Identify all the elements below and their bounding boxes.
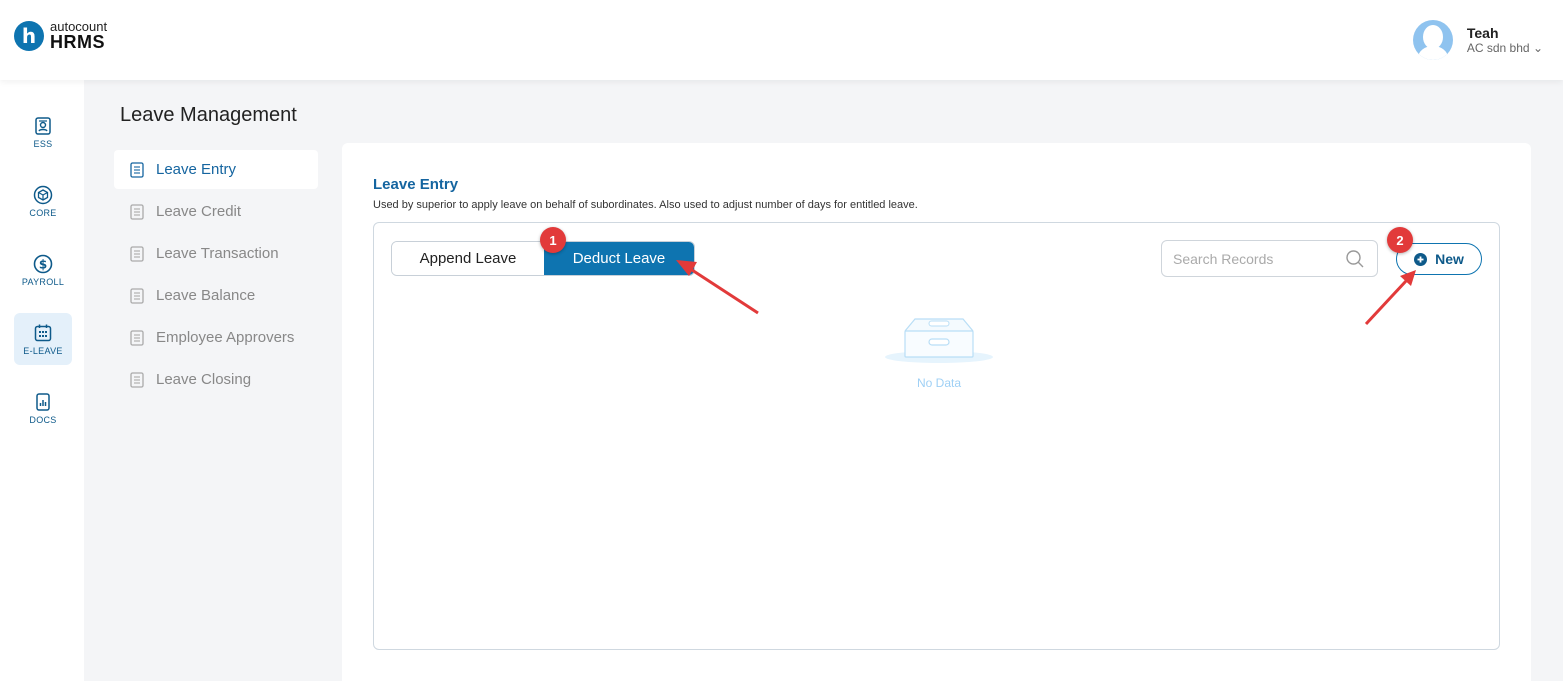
calendar-icon	[34, 324, 52, 341]
top-bar: h autocount HRMS Teah AC sdn bhd ⌄	[0, 0, 1563, 80]
dollar-coin-icon: $	[33, 254, 53, 273]
subnav-label: Leave Transaction	[156, 245, 279, 262]
page-title: Leave Management	[120, 104, 297, 126]
rail-item-core[interactable]: CORE	[14, 175, 72, 227]
document-icon	[130, 203, 144, 220]
rail-label-docs: DOCS	[29, 414, 57, 425]
search-icon[interactable]	[1345, 249, 1365, 269]
document-icon	[130, 161, 144, 178]
user-menu[interactable]: Teah AC sdn bhd ⌄	[1412, 20, 1543, 60]
rail-label-e-leave: E-LEAVE	[23, 345, 63, 356]
subnav-item-leave-transaction[interactable]: Leave Transaction	[114, 234, 318, 273]
rail-label-ess: ESS	[33, 138, 53, 149]
search-placeholder: Search Records	[1173, 250, 1274, 267]
append-leave-button[interactable]: Append Leave	[392, 242, 544, 275]
empty-state: No Data	[879, 309, 999, 390]
subnav-label: Leave Closing	[156, 371, 252, 388]
deduct-leave-button[interactable]: Deduct Leave	[544, 242, 694, 275]
section-title: Leave Entry	[373, 176, 459, 193]
section-description: Used by superior to apply leave on behal…	[373, 199, 918, 211]
id-card-icon	[35, 116, 51, 135]
avatar	[1412, 20, 1453, 60]
rail-item-e-leave[interactable]: E-LEAVE	[14, 313, 72, 365]
subnav-label: Leave Entry	[156, 161, 237, 178]
plus-circle-icon	[1414, 252, 1428, 266]
subnav-item-leave-credit[interactable]: Leave Credit	[114, 192, 318, 231]
logo-mark-icon: h	[14, 20, 44, 51]
leave-subnav: Leave Entry Leave Credit Leave Transacti…	[114, 150, 318, 402]
user-company: AC sdn bhd ⌄	[1466, 41, 1543, 55]
document-icon	[130, 287, 144, 304]
rail-label-core: CORE	[29, 207, 57, 218]
leave-entry-card: Leave Entry Used by superior to apply le…	[342, 143, 1531, 681]
module-rail: ESS CORE $ PAYROLL E-LEAVE DOCS	[0, 80, 84, 681]
rail-item-payroll[interactable]: $ PAYROLL	[14, 244, 72, 296]
empty-box-icon	[885, 318, 993, 363]
annotation-badge-2: 2	[1387, 227, 1413, 253]
subnav-label: Leave Credit	[156, 203, 242, 220]
subnav-label: Employee Approvers	[156, 329, 295, 346]
subnav-item-leave-entry[interactable]: Leave Entry	[114, 150, 318, 189]
cube-icon	[33, 185, 53, 204]
rail-item-docs[interactable]: DOCS	[14, 382, 72, 434]
document-chart-icon	[36, 392, 50, 411]
svg-text:$: $	[39, 257, 47, 271]
subnav-item-employee-approvers[interactable]: Employee Approvers	[114, 318, 318, 357]
app-logo[interactable]: h autocount HRMS	[14, 20, 107, 51]
subnav-label: Leave Balance	[156, 287, 256, 304]
rail-label-payroll: PAYROLL	[21, 276, 65, 287]
empty-state-text: No Data	[916, 376, 962, 390]
logo-product-text: HRMS	[50, 32, 105, 52]
subnav-item-leave-closing[interactable]: Leave Closing	[114, 360, 318, 399]
records-panel: Append Leave Deduct Leave Search Records…	[373, 222, 1500, 650]
user-name: Teah	[1466, 25, 1499, 41]
chevron-down-icon: ⌄	[1532, 41, 1543, 55]
subnav-item-leave-balance[interactable]: Leave Balance	[114, 276, 318, 315]
new-button-label: New	[1435, 251, 1464, 267]
document-icon	[130, 371, 144, 388]
document-icon	[130, 245, 144, 262]
search-input[interactable]: Search Records	[1161, 240, 1378, 277]
rail-item-ess[interactable]: ESS	[14, 106, 72, 158]
document-icon	[130, 329, 144, 346]
annotation-badge-1: 1	[540, 227, 566, 253]
